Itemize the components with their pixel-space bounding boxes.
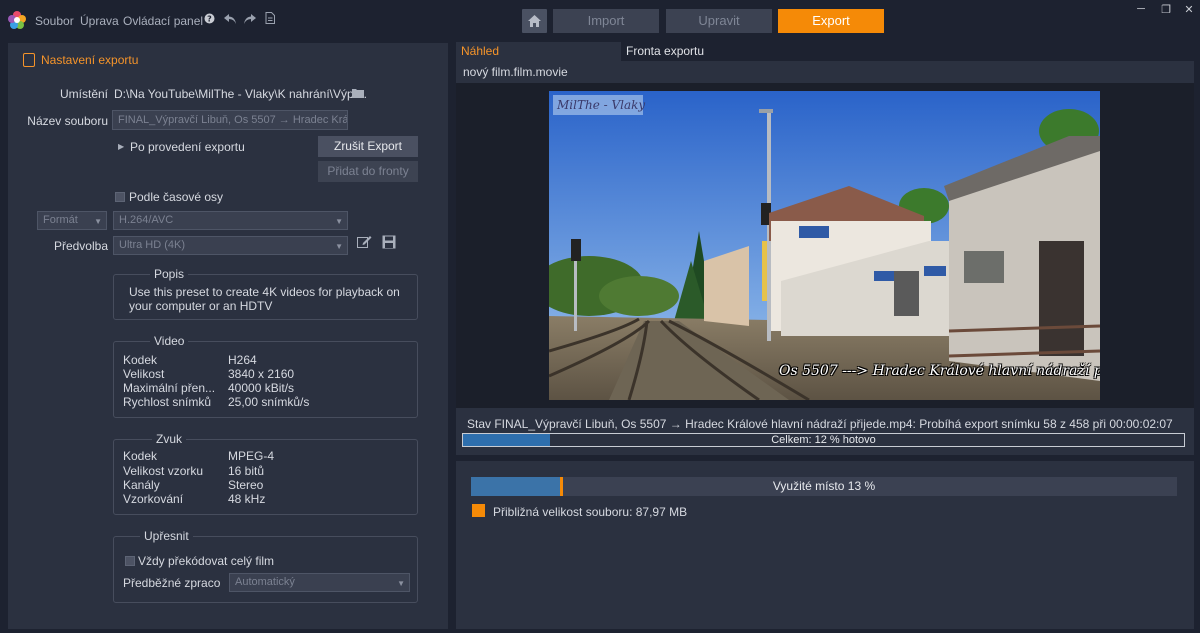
file-size-text: Přibližná velikost souboru: 87,97 MB [493,505,688,519]
audio-samplerate-key: Vzorkování [123,492,184,506]
location-value[interactable]: D:\Na YouTube\MilThe - Vlaky\K nahrání\V… [114,87,367,101]
settings-document-icon [23,53,35,67]
video-codec-key: Kodek [123,353,158,367]
filename-label: Název souboru [27,114,108,128]
video-framerate-value: 25,00 snímků/s [228,395,310,409]
video-watermark: MilThe - Vlaky [557,98,646,112]
menu-control-panel[interactable]: Ovládací panel [123,14,203,28]
preset-select[interactable]: Ultra HD (4K) ▼ [113,236,348,255]
preset-value: Ultra HD (4K) [119,239,186,251]
audio-sample-size-key: Velikost vzorku [123,464,204,478]
audio-samplerate-value: 48 kHz [228,492,266,506]
filename-input[interactable]: FINAL_Výpravčí Libuň, Os 5507 → Hradec K… [112,110,348,130]
refine-group: Upřesnit Vždy překódovat celý film Předb… [113,529,418,603]
export-settings-title: Nastavení exportu [41,53,139,67]
disk-space-text: Využité místo 13 % [772,479,876,493]
preview-panel: nový film.film.movie MilThe - Vlaky Os 5… [456,61,1194,455]
codec-select[interactable]: H.264/AVC ▼ [113,211,348,230]
minimize-button[interactable]: ─ [1134,3,1148,15]
redo-icon[interactable] [243,12,257,28]
timeline-checkbox[interactable] [115,192,125,202]
format-label: Formát [43,214,78,226]
video-bitrate-value: 40000 kBit/s [228,381,295,395]
after-export-label[interactable]: Po provedení exportu [130,140,245,154]
movie-name: nový film.film.movie [463,65,568,79]
app-logo-icon [8,11,26,29]
menu-edit[interactable]: Úprava [80,14,119,28]
refine-title: Upřesnit [140,529,193,543]
audio-channels-key: Kanály [123,478,160,492]
expand-arrow-icon[interactable]: ▶ [118,142,124,151]
export-status: Stav FINAL_Výpravčí Libuň, Os 5507 → Hra… [467,417,1173,431]
video-size-key: Velikost [123,367,165,381]
audio-codec-value: MPEG-4 [228,449,275,463]
location-label: Umístění [59,87,108,101]
file-size-swatch [472,504,485,517]
audio-group: Zvuk Kodek MPEG-4 Velikost vzorku 16 bit… [113,432,418,515]
disk-space-bar: Využité místo 13 % [471,477,1177,496]
video-codec-value: H264 [228,353,257,367]
codec-value: H.264/AVC [119,214,174,226]
video-frame: MilThe - Vlaky Os 5507 ---> Hradec Králo… [549,91,1100,400]
home-button[interactable] [522,9,547,33]
audio-channels-value: Stereo [228,478,264,492]
audio-title: Zvuk [152,432,187,446]
audio-sample-size-value: 16 bitů [228,464,265,478]
video-group: Video Kodek H264 Velikost 3840 x 2160 Ma… [113,334,418,418]
video-title: Video [150,334,189,348]
chevron-down-icon: ▼ [335,217,343,226]
format-select[interactable]: Formát ▼ [37,211,107,230]
restore-button[interactable]: ❐ [1159,3,1173,16]
export-mode-button[interactable]: Export [778,9,884,33]
add-to-queue-button[interactable]: Přidat do fronty [318,161,418,182]
title-bar: Soubor Úprava Ovládací panel ? Import Up… [0,0,1200,42]
edit-mode-button[interactable]: Upravit [666,9,772,33]
chevron-down-icon: ▼ [94,217,102,226]
video-caption: Os 5507 ---> Hradec Králové hlavní nádra… [779,363,1100,379]
import-mode-button[interactable]: Import [553,9,659,33]
folder-icon[interactable] [352,87,364,101]
help-icon[interactable]: ? [202,12,216,28]
save-preset-icon[interactable] [382,235,396,252]
video-framerate-key: Rychlost snímků [123,395,212,409]
preview-area: MilThe - Vlaky Os 5507 ---> Hradec Králo… [456,83,1194,408]
home-icon [528,15,541,27]
menu-file[interactable]: Soubor [35,14,74,28]
chevron-down-icon: ▼ [335,242,343,251]
description-title: Popis [150,267,189,281]
audio-codec-key: Kodek [123,449,158,463]
export-settings-heading: Nastavení exportu [23,53,138,67]
timeline-checkbox-label: Podle časové osy [129,190,224,204]
export-progress-text: Celkem: 12 % hotovo [771,434,876,446]
preprocess-value: Automatický [235,576,295,588]
preset-label: Předvolba [53,239,108,253]
close-button[interactable]: ✕ [1182,3,1196,16]
export-progress-bar: Celkem: 12 % hotovo [462,433,1185,447]
tab-export-queue[interactable]: Fronta exportu [621,42,821,61]
cancel-export-button[interactable]: Zrušit Export [318,136,418,157]
video-bitrate-key: Maximální přen... [123,381,216,395]
video-size-value: 3840 x 2160 [228,367,295,381]
svg-text:?: ? [207,15,212,24]
preprocess-label: Předběžné zpraco [123,576,221,590]
export-settings-panel: Nastavení exportu Umístění D:\Na YouTube… [8,43,448,629]
edit-preset-icon[interactable] [357,235,372,252]
preview-tabs: Náhled Fronta exportu [456,42,1194,61]
description-group: Popis Use this preset to create 4K video… [113,267,418,320]
always-encode-checkbox[interactable] [125,556,135,566]
chevron-down-icon: ▼ [397,579,405,588]
description-text: Use this preset to create 4K videos for … [129,285,400,313]
preprocess-select[interactable]: Automatický ▼ [229,573,410,592]
document-icon[interactable] [263,12,277,28]
video-frame-image [549,91,1100,400]
always-encode-label: Vždy překódovat celý film [138,554,275,568]
undo-icon[interactable] [223,12,237,28]
disk-space-panel: Využité místo 13 % Přibližná velikost so… [456,461,1194,629]
tab-preview[interactable]: Náhled [456,42,621,61]
